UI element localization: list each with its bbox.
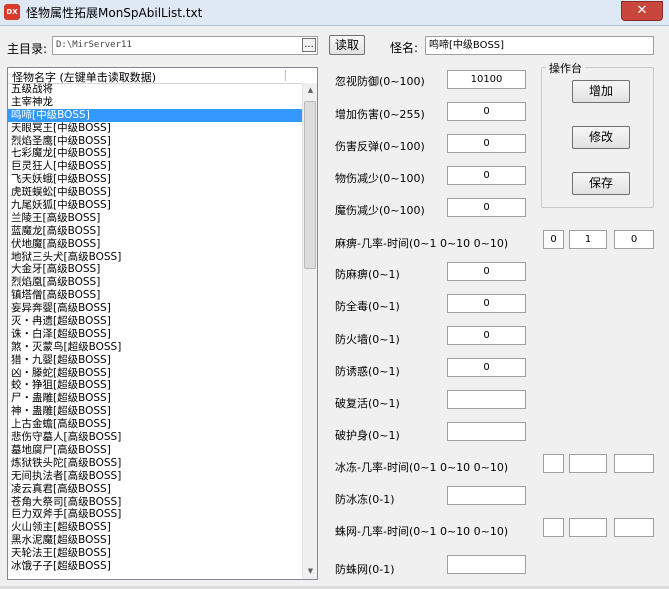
- ignore-def-input[interactable]: 10100: [447, 70, 526, 89]
- title-bar: DX 怪物属性拓展MonSpAbilList.txt ✕: [0, 0, 669, 26]
- freeze-time-input[interactable]: [614, 454, 654, 473]
- break-shield-label: 破护身(0~1): [335, 429, 400, 442]
- ignore-def-label: 忽视防御(0~100): [335, 75, 425, 88]
- monster-name-label: 怪名:: [390, 41, 419, 55]
- add-dmg-input[interactable]: 0: [447, 102, 526, 121]
- list-item[interactable]: 妄异奔婴[高级BOSS]: [8, 302, 302, 315]
- magic-reduce-label: 魔伤减少(0~100): [335, 204, 425, 217]
- list-item[interactable]: 巨力双斧手[高级BOSS]: [8, 508, 302, 521]
- anti-freeze-input[interactable]: [447, 486, 526, 505]
- list-item[interactable]: 烈焰圣鹰[中级BOSS]: [8, 135, 302, 148]
- break-revive-input[interactable]: [447, 390, 526, 409]
- list-item[interactable]: 冰饿子子[超级BOSS]: [8, 560, 302, 573]
- anti-poison-label: 防全毒(0~1): [335, 300, 400, 313]
- web-rate-input[interactable]: [569, 518, 607, 537]
- list-item[interactable]: 墓地腐尸[高级BOSS]: [8, 444, 302, 457]
- web-time-input[interactable]: [614, 518, 654, 537]
- list-item[interactable]: 苍角大祭司[高级BOSS]: [8, 496, 302, 509]
- list-item[interactable]: 镇塔僧[高级BOSS]: [8, 289, 302, 302]
- list-item[interactable]: 七彩魔龙[中级BOSS]: [8, 147, 302, 160]
- list-item[interactable]: 无间执法者[高级BOSS]: [8, 470, 302, 483]
- web-chance-input[interactable]: [543, 518, 564, 537]
- anti-paralyze-label: 防麻痹(0~1): [335, 268, 400, 281]
- window-title: 怪物属性拓展MonSpAbilList.txt: [26, 6, 203, 20]
- list-item[interactable]: 五级战将: [8, 83, 302, 96]
- column-separator[interactable]: [285, 70, 286, 81]
- list-item[interactable]: 凌云真君[高级BOSS]: [8, 483, 302, 496]
- list-item[interactable]: 猎・九婴[超级BOSS]: [8, 354, 302, 367]
- anti-freeze-label: 防冰冻(0-1): [335, 493, 395, 506]
- phys-reduce-label: 物伤减少(0~100): [335, 172, 425, 185]
- break-shield-input[interactable]: [447, 422, 526, 441]
- modify-button[interactable]: 修改: [572, 126, 630, 149]
- list-item[interactable]: 诛・白泽[超级BOSS]: [8, 328, 302, 341]
- list-item[interactable]: 烈焰凰[高级BOSS]: [8, 276, 302, 289]
- scroll-down-icon[interactable]: ▼: [303, 564, 317, 579]
- scrollbar-thumb[interactable]: [304, 101, 316, 269]
- browse-button[interactable]: ...: [302, 38, 316, 52]
- anti-charm-input[interactable]: 0: [447, 358, 526, 377]
- list-item[interactable]: 蛟・狰狙[超级BOSS]: [8, 379, 302, 392]
- list-item[interactable]: 煞・灭蒙鸟[超级BOSS]: [8, 341, 302, 354]
- paralyze-chance-input[interactable]: 0: [543, 230, 564, 249]
- list-item[interactable]: 主宰神龙: [8, 96, 302, 109]
- save-button[interactable]: 保存: [572, 172, 630, 195]
- freeze-label: 冰冻-几率-时间(0~1 0~10 0~10): [335, 461, 509, 474]
- list-item[interactable]: 黑水泥魔[超级BOSS]: [8, 534, 302, 547]
- list-item[interactable]: 尸・蛊雕[超级BOSS]: [8, 392, 302, 405]
- list-item[interactable]: 炼狱铁头陀[高级BOSS]: [8, 457, 302, 470]
- list-item[interactable]: 天轮法王[超级BOSS]: [8, 547, 302, 560]
- close-button[interactable]: ✕: [621, 1, 663, 21]
- anti-paralyze-input[interactable]: 0: [447, 262, 526, 281]
- app-icon: DX: [4, 4, 20, 20]
- list-item[interactable]: 九尾妖狐[中级BOSS]: [8, 199, 302, 212]
- anti-firewall-label: 防火墙(0~1): [335, 333, 400, 346]
- reflect-input[interactable]: 0: [447, 134, 526, 153]
- list-item[interactable]: 天眼冥王[中级BOSS]: [8, 122, 302, 135]
- anti-charm-label: 防诱惑(0~1): [335, 365, 400, 378]
- magic-reduce-input[interactable]: 0: [447, 198, 526, 217]
- web-label: 蛛网-几率-时间(0~1 0~10 0~10): [335, 525, 509, 538]
- monster-name-input[interactable]: 鸣啼[中级BOSS]: [425, 36, 654, 55]
- list-item[interactable]: 伏地魔[高级BOSS]: [8, 238, 302, 251]
- freeze-chance-input[interactable]: [543, 454, 564, 473]
- paralyze-rate-input[interactable]: 1: [569, 230, 607, 249]
- list-item[interactable]: 蓝魔龙[高级BOSS]: [8, 225, 302, 238]
- main-dir-input[interactable]: D:\MirServer11: [52, 36, 318, 55]
- list-item[interactable]: 火山领主[超级BOSS]: [8, 521, 302, 534]
- list-item[interactable]: 兰陵王[高级BOSS]: [8, 212, 302, 225]
- list-item[interactable]: 巨灵狂人[中级BOSS]: [8, 160, 302, 173]
- break-revive-label: 破复活(0~1): [335, 397, 400, 410]
- main-dir-label: 主目录:: [7, 42, 48, 56]
- phys-reduce-input[interactable]: 0: [447, 166, 526, 185]
- list-item[interactable]: 飞天妖蛾[中级BOSS]: [8, 173, 302, 186]
- add-button[interactable]: 增加: [572, 80, 630, 103]
- freeze-rate-input[interactable]: [569, 454, 607, 473]
- list-item[interactable]: 悲伤守墓人[高级BOSS]: [8, 431, 302, 444]
- anti-firewall-input[interactable]: 0: [447, 326, 526, 345]
- list-item[interactable]: 凶・滕蛇[超级BOSS]: [8, 367, 302, 380]
- paralyze-time-input[interactable]: 0: [614, 230, 654, 249]
- paralyze-label: 麻痹-几率-时间(0~1 0~10 0~10): [335, 237, 509, 250]
- scroll-up-icon[interactable]: ▲: [303, 83, 317, 98]
- list-item[interactable]: 虎斑蜈蚣[中级BOSS]: [8, 186, 302, 199]
- list-item[interactable]: 神・蛊雕[超级BOSS]: [8, 405, 302, 418]
- list-item[interactable]: 地狱三头犬[高级BOSS]: [8, 251, 302, 264]
- list-item[interactable]: 大金牙[高级BOSS]: [8, 263, 302, 276]
- list-item[interactable]: 上古金蟾[高级BOSS]: [8, 418, 302, 431]
- anti-web-label: 防蛛网(0-1): [335, 563, 395, 576]
- add-dmg-label: 增加伤害(0~255): [335, 108, 425, 121]
- list-item[interactable]: 鸣啼[中级BOSS]: [8, 108, 302, 122]
- ops-title: 操作台: [546, 60, 585, 76]
- list-item[interactable]: 灭・冉遗[超级BOSS]: [8, 315, 302, 328]
- vertical-scrollbar[interactable]: ▲ ▼: [302, 83, 317, 579]
- anti-poison-input[interactable]: 0: [447, 294, 526, 313]
- list-rows: 五级战将 主宰神龙 鸣啼[中级BOSS] 天眼冥王[中级BOSS] 烈焰圣鹰[中级BOS…: [8, 83, 302, 573]
- read-button[interactable]: 读取: [329, 35, 365, 55]
- monster-list[interactable]: 怪物名字 (左键单击读取数据) 五级战将 主宰神龙 鸣啼[中级BOSS] 天眼冥王[中…: [7, 67, 318, 580]
- list-header[interactable]: 怪物名字 (左键单击读取数据): [8, 68, 317, 84]
- anti-web-input[interactable]: [447, 555, 526, 574]
- reflect-label: 伤害反弹(0~100): [335, 140, 425, 153]
